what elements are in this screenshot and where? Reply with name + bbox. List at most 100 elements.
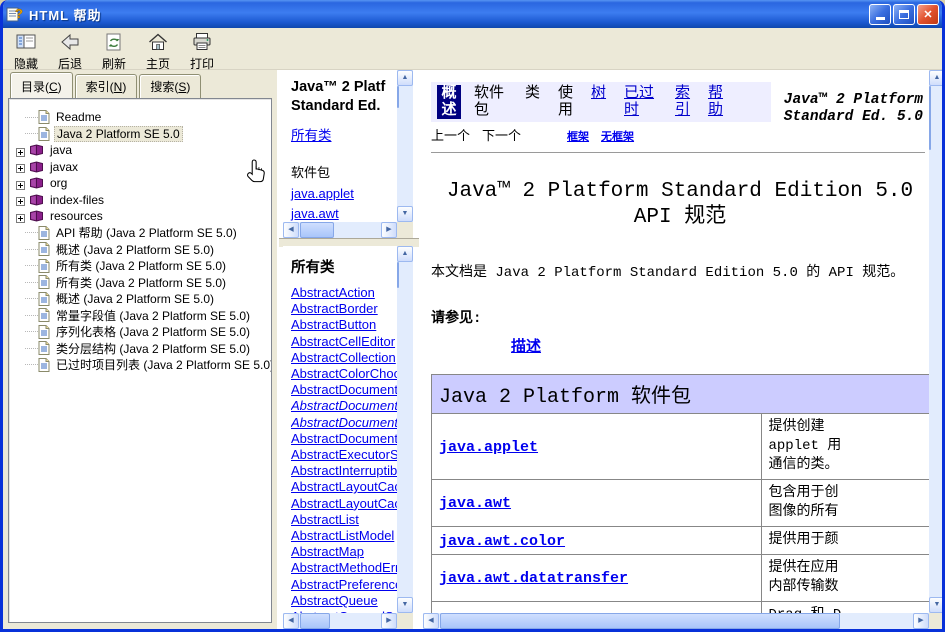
class-link[interactable]: AbstractAction	[291, 285, 397, 301]
tree-item[interactable]: Readme	[9, 109, 271, 126]
navbar-item[interactable]: 已过时	[624, 85, 662, 119]
class-link[interactable]: AbstractDocument	[291, 382, 397, 398]
scroll-thumb[interactable]	[397, 86, 399, 108]
tab-s[interactable]: 搜索(S)	[139, 74, 201, 98]
scroll-right-button[interactable]: ▶	[381, 222, 397, 238]
scroll-down-button[interactable]: ▼	[397, 206, 413, 222]
tree-item-label[interactable]: 所有类 (Java 2 Platform SE 5.0)	[54, 257, 228, 274]
scroll-left-button[interactable]: ◀	[423, 613, 439, 629]
tree-item[interactable]: index-files	[9, 192, 271, 209]
scroll-up-button[interactable]: ▲	[397, 70, 413, 86]
class-link[interactable]: AbstractLayoutCache.NodeDimensions	[291, 496, 397, 512]
scroll-up-button[interactable]: ▲	[929, 70, 945, 86]
scroll-left-button[interactable]: ◀	[283, 222, 299, 238]
navbar-link[interactable]: 索引	[675, 85, 690, 119]
toolbar-button-refresh[interactable]: 刷新	[95, 30, 133, 74]
toolbar-button-back[interactable]: 后退	[51, 30, 89, 74]
class-link[interactable]: AbstractQueue	[291, 593, 397, 609]
expand-plus-icon[interactable]	[16, 179, 25, 188]
tree-item-label[interactable]: Readme	[54, 110, 103, 124]
close-button[interactable]: ✕	[917, 4, 939, 25]
tree-item[interactable]: 已过时项目列表 (Java 2 Platform SE 5.0)	[9, 357, 271, 374]
class-link[interactable]: AbstractListModel	[291, 528, 397, 544]
class-link[interactable]: AbstractCellEditor	[291, 334, 397, 350]
tree-item[interactable]: javax	[9, 159, 271, 176]
class-link[interactable]: AbstractInterruptibleChannel	[291, 463, 397, 479]
scroll-thumb[interactable]	[300, 222, 334, 238]
tree-item[interactable]: Java 2 Platform SE 5.0	[9, 126, 271, 143]
tree-item[interactable]: 概述 (Java 2 Platform SE 5.0)	[9, 241, 271, 258]
navbar-item[interactable]: 树	[591, 85, 611, 119]
expand-plus-icon[interactable]	[16, 162, 25, 171]
expand-plus-icon[interactable]	[16, 195, 25, 204]
classes-frame-vertical-scrollbar[interactable]: ▲ ▼	[397, 246, 413, 613]
class-link[interactable]: AbstractDocument.Content	[291, 415, 397, 431]
tree-item-label[interactable]: javax	[48, 160, 80, 174]
navbar-item[interactable]: 帮助	[708, 85, 728, 119]
tree-item-label[interactable]: 所有类 (Java 2 Platform SE 5.0)	[54, 274, 228, 291]
class-link[interactable]: AbstractList	[291, 512, 397, 528]
class-link[interactable]: AbstractLayoutCache	[291, 479, 397, 495]
package-link[interactable]: java.awt	[439, 495, 511, 512]
minimize-button[interactable]	[869, 4, 891, 25]
tree-item[interactable]: resources	[9, 208, 271, 225]
classes-frame-horizontal-scrollbar[interactable]: ◀ ▶	[283, 613, 397, 629]
class-link[interactable]: AbstractMethodError	[291, 560, 397, 576]
toolbar-button-home[interactable]: 主页	[139, 30, 177, 74]
tree-item[interactable]: 类分层结构 (Java 2 Platform SE 5.0)	[9, 340, 271, 357]
toolbar-button-print[interactable]: 打印	[183, 30, 221, 74]
scroll-thumb[interactable]	[929, 86, 931, 150]
class-link[interactable]: AbstractExecutorService	[291, 447, 397, 463]
tab-c[interactable]: 目录(C)	[10, 72, 73, 98]
package-frame-horizontal-scrollbar[interactable]: ◀ ▶	[283, 222, 397, 238]
tree-item[interactable]: org	[9, 175, 271, 192]
scroll-left-button[interactable]: ◀	[283, 613, 299, 629]
scroll-thumb[interactable]	[397, 262, 399, 288]
scroll-down-button[interactable]: ▼	[929, 597, 945, 613]
package-frame-vertical-scrollbar[interactable]: ▲ ▼	[397, 70, 413, 222]
tree-item-label[interactable]: 概述 (Java 2 Platform SE 5.0)	[54, 241, 216, 258]
package-link[interactable]: java.awt.color	[439, 533, 565, 550]
class-link[interactable]: AbstractColorChooserPanel	[291, 366, 397, 382]
class-link[interactable]: AbstractBorder	[291, 301, 397, 317]
no-frames-link[interactable]: 无框架	[601, 128, 634, 144]
scroll-thumb[interactable]	[440, 613, 840, 629]
tree-item-label[interactable]: 序列化表格 (Java 2 Platform SE 5.0)	[54, 323, 252, 340]
class-link[interactable]: AbstractDocument.ElementEdit	[291, 431, 397, 447]
toolbar-button-hide[interactable]: 隐藏	[7, 30, 45, 74]
class-link[interactable]: AbstractMap	[291, 544, 397, 560]
package-link[interactable]: java.applet	[291, 186, 395, 201]
tree-item[interactable]: 所有类 (Java 2 Platform SE 5.0)	[9, 258, 271, 275]
class-link[interactable]: AbstractCollection	[291, 350, 397, 366]
main-horizontal-scrollbar[interactable]: ◀ ▶	[423, 613, 929, 629]
maximize-button[interactable]	[893, 4, 915, 25]
tree-item[interactable]: 概述 (Java 2 Platform SE 5.0)	[9, 291, 271, 308]
tree-item[interactable]: java	[9, 142, 271, 159]
all-classes-link[interactable]: 所有类	[291, 124, 332, 144]
navbar-link[interactable]: 已过时	[624, 85, 654, 119]
tree-item-label[interactable]: API 帮助 (Java 2 Platform SE 5.0)	[54, 224, 239, 241]
tree-item-label[interactable]: org	[48, 176, 69, 190]
tree-item-label[interactable]: java	[48, 143, 74, 157]
scroll-right-button[interactable]: ▶	[913, 613, 929, 629]
package-link[interactable]: java.awt	[291, 206, 395, 221]
scroll-down-button[interactable]: ▼	[397, 597, 413, 613]
class-link[interactable]: AbstractButton	[291, 317, 397, 333]
description-link[interactable]: 描述	[511, 339, 541, 356]
expand-plus-icon[interactable]	[16, 146, 25, 155]
class-link[interactable]: AbstractPreferences	[291, 577, 397, 593]
main-vertical-scrollbar[interactable]: ▲ ▼	[929, 70, 945, 613]
tree-item-label[interactable]: 概述 (Java 2 Platform SE 5.0)	[54, 290, 216, 307]
scroll-thumb[interactable]	[300, 613, 330, 629]
tree-item[interactable]: API 帮助 (Java 2 Platform SE 5.0)	[9, 225, 271, 242]
scroll-up-button[interactable]: ▲	[397, 246, 413, 262]
package-link[interactable]: java.applet	[439, 439, 538, 456]
tree-item[interactable]: 所有类 (Java 2 Platform SE 5.0)	[9, 274, 271, 291]
tree-item-label[interactable]: Java 2 Platform SE 5.0	[54, 126, 183, 142]
navbar-link[interactable]: 帮助	[708, 85, 723, 119]
expand-plus-icon[interactable]	[16, 212, 25, 221]
tree-item-label[interactable]: 已过时项目列表 (Java 2 Platform SE 5.0)	[54, 356, 272, 373]
navbar-link[interactable]: 树	[591, 85, 606, 102]
class-link[interactable]: AbstractDocument.AttributeContext	[291, 398, 397, 414]
package-link[interactable]: java.awt.datatransfer	[439, 570, 628, 587]
